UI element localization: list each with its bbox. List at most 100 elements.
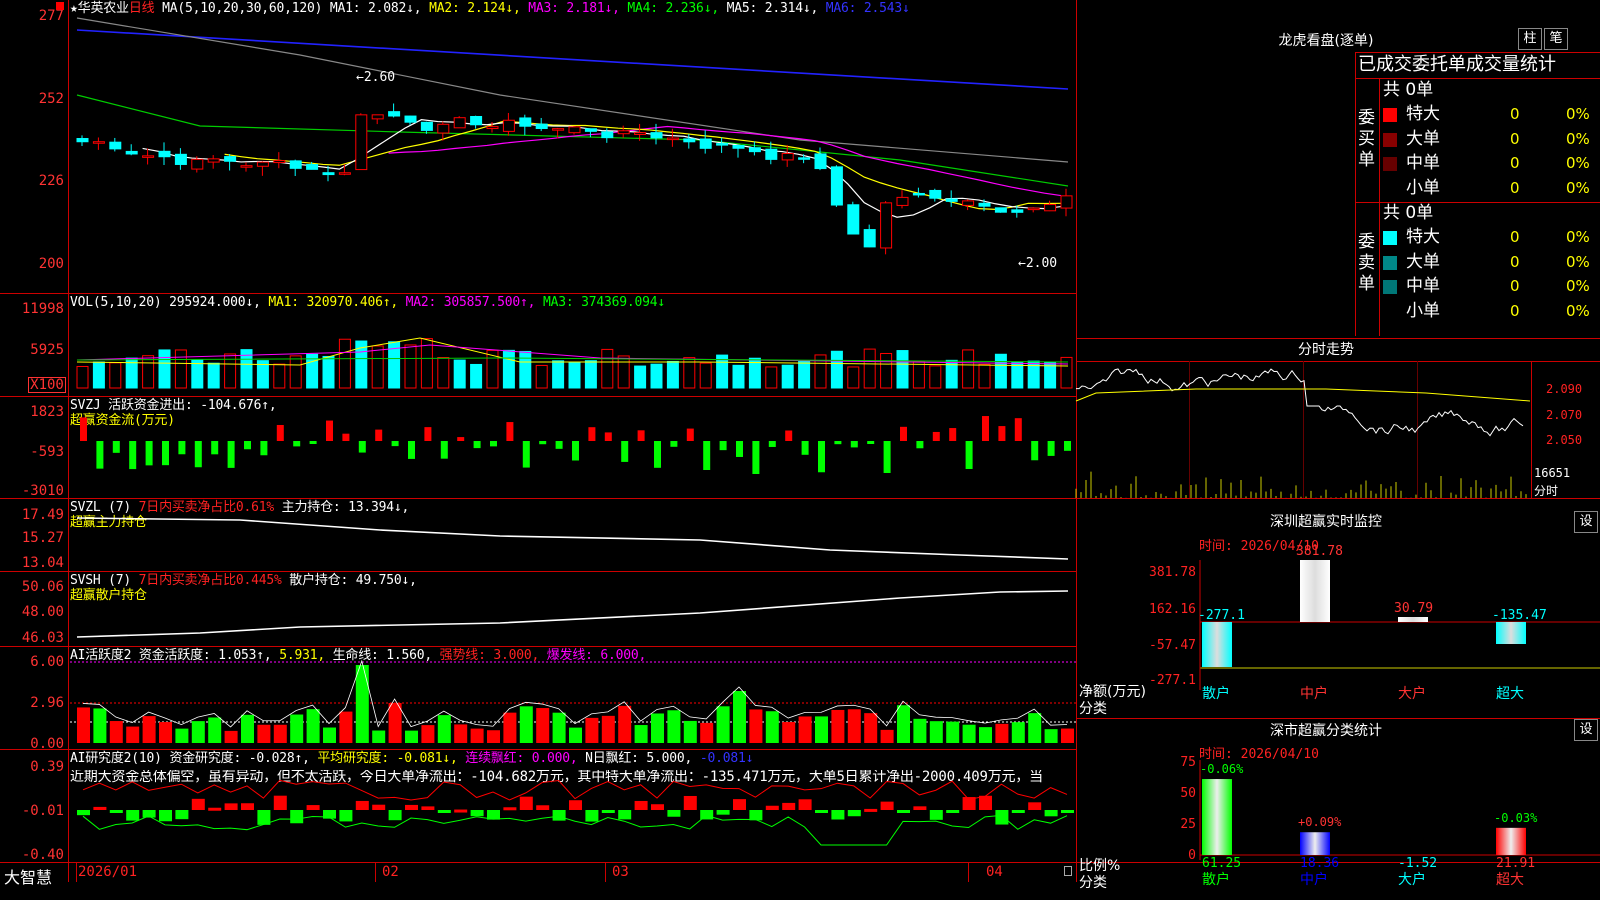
active-bar [601, 715, 615, 743]
order-count: 0 [1510, 154, 1520, 172]
candle [76, 138, 89, 143]
flow-bar [129, 441, 137, 470]
research-bar [93, 806, 107, 810]
research-bar [388, 810, 402, 821]
class-category: 散户 [1202, 872, 1230, 888]
candle [962, 200, 975, 206]
sell-side-label: 委卖单 [1358, 232, 1375, 294]
research-bar [552, 810, 566, 821]
vol-bar [601, 348, 614, 389]
candle [994, 207, 1007, 213]
longhu-heading: 已成交委托单成交量统计 [1358, 54, 1556, 75]
research-bar [897, 810, 910, 813]
active-bar [421, 725, 435, 743]
active-bar [946, 721, 960, 743]
research-bar [290, 810, 304, 824]
vol-bar [552, 360, 565, 389]
order-type: 大单 [1406, 251, 1440, 272]
active-bar [109, 721, 123, 743]
research-bar [1044, 810, 1058, 817]
tick-mode-button[interactable]: 笔 [1544, 28, 1568, 50]
flow-bar [522, 441, 530, 468]
research-bar [1011, 810, 1025, 813]
vol-bar [273, 363, 286, 389]
active-bar [864, 713, 878, 743]
candle [289, 160, 302, 169]
monitor-bar [1300, 560, 1330, 622]
candle [322, 172, 335, 176]
order-count: 0 [1510, 178, 1520, 197]
class-bar-change: -0.06% [1200, 762, 1244, 777]
color-swatch [1383, 280, 1397, 294]
research-bar [618, 810, 632, 820]
candle [355, 114, 368, 171]
intraday-chart[interactable] [1075, 361, 1600, 498]
candle [388, 111, 401, 117]
sz-monitor-xlabel: 分类 [1079, 701, 1107, 717]
sz-class-settings-button[interactable]: 设 [1574, 719, 1598, 741]
candle [1027, 207, 1040, 211]
order-pct: 0% [1566, 301, 1590, 320]
lock-icon[interactable] [1064, 866, 1072, 876]
bar-mode-button[interactable]: 柱 [1518, 28, 1542, 50]
vol-bar [470, 363, 483, 389]
active-bar [1061, 728, 1074, 743]
research-bar [109, 810, 123, 813]
buy-side-label: 委买单 [1358, 108, 1375, 170]
candle [584, 128, 597, 132]
active-bar [897, 705, 910, 743]
candle [765, 148, 778, 160]
active-bar [995, 723, 1009, 743]
vol-bar [92, 361, 105, 389]
candle [207, 158, 220, 163]
candle [404, 115, 417, 123]
flow-bar [375, 429, 383, 441]
research-bar [765, 805, 779, 810]
candle [863, 229, 876, 248]
flow-bar [1064, 441, 1071, 451]
order-count: 0 [1510, 277, 1520, 295]
sz-monitor-settings-button[interactable]: 设 [1574, 511, 1598, 533]
flow-bar [850, 441, 858, 448]
research-bar [470, 810, 484, 817]
color-swatch [1383, 132, 1397, 147]
vol-bar [699, 362, 712, 389]
flow-bar [572, 441, 579, 461]
class-category: 大户 [1398, 872, 1426, 888]
research-bar [815, 810, 828, 813]
research-bar [241, 803, 254, 810]
monitor-bar-value: -135.47 [1492, 608, 1547, 623]
vol-bar [830, 350, 843, 389]
active-bar [241, 714, 254, 743]
flow-bar [539, 441, 547, 445]
active-bar [273, 724, 287, 743]
active-bar [372, 730, 386, 743]
flow-bar [785, 430, 793, 441]
candle [945, 198, 958, 202]
research-bar [929, 810, 943, 820]
flow-bar [145, 441, 153, 466]
order-row-sell: 大单 0 0% [1380, 252, 1600, 274]
active-bar [355, 665, 369, 743]
buy-total: 共 0单 [1383, 80, 1434, 100]
order-row-sell: 小单 0 0% [1380, 301, 1600, 323]
candle [453, 117, 466, 129]
active-bar [765, 711, 779, 743]
candle [125, 150, 138, 155]
active-bar [618, 705, 632, 743]
research-bar [716, 810, 730, 815]
research-bar [503, 807, 517, 811]
research-bar [421, 806, 435, 810]
active-bar [536, 708, 550, 743]
order-pct: 0% [1566, 252, 1590, 271]
flow-bar [96, 441, 104, 469]
order-row-buy: 特大 0 0% [1380, 104, 1600, 126]
kline-chart[interactable] [0, 0, 1076, 862]
candle [109, 141, 122, 150]
flow-bar [588, 427, 596, 441]
flow-bar [408, 441, 415, 459]
sz-monitor-tick: 381.78 [1149, 565, 1196, 580]
flow-bar [998, 426, 1006, 441]
active-bar [749, 709, 763, 743]
candle [256, 161, 269, 167]
